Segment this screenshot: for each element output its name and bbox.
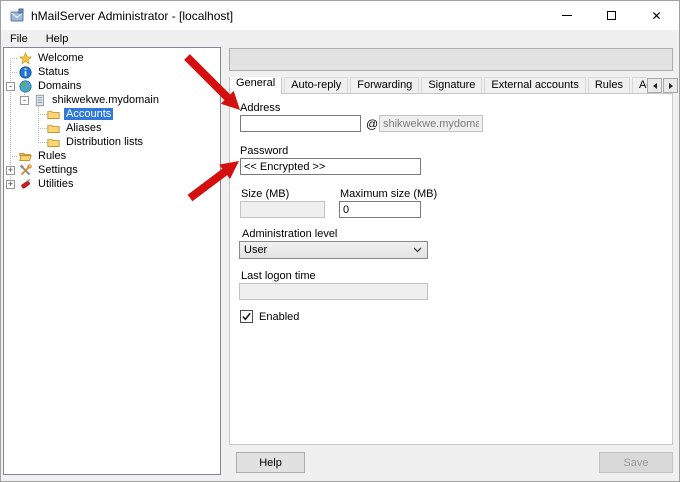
tab-auto-reply[interactable]: Auto-reply <box>284 77 349 94</box>
sidebar-item-label: Aliases <box>66 122 102 134</box>
sidebar-item-welcome[interactable]: Welcome <box>4 51 220 65</box>
chevron-left-icon <box>652 82 657 89</box>
account-tabs: General Auto-reply Forwarding Signature … <box>229 77 647 94</box>
password-input[interactable] <box>240 158 421 175</box>
minimize-icon <box>561 15 572 16</box>
sidebar-item-label: Distribution lists <box>66 136 144 148</box>
tree-expander-expand-icon[interactable]: + <box>6 179 15 189</box>
folder-icon <box>47 110 60 119</box>
size-input <box>240 201 325 218</box>
tools-icon <box>19 163 32 175</box>
sidebar-item-distribution-lists[interactable]: Distribution lists <box>4 135 220 149</box>
globe-icon <box>19 79 32 93</box>
minimize-button[interactable] <box>544 1 589 30</box>
help-button[interactable]: Help <box>236 452 305 473</box>
domain-document-icon <box>35 94 44 106</box>
window-controls: ✕ <box>544 1 679 30</box>
chevron-down-icon <box>413 247 422 253</box>
tab-scroll-right-button[interactable] <box>663 78 678 93</box>
maximize-icon <box>607 11 616 20</box>
sidebar-item-label: Utilities <box>38 178 74 190</box>
enabled-label: Enabled <box>259 310 300 323</box>
sidebar-item-domain-shikwekwe[interactable]: - shikwekwe.mydomain <box>4 93 220 107</box>
content-header-bar <box>229 48 673 71</box>
tab-active-directory[interactable]: Active Directory <box>631 77 647 94</box>
info-icon <box>19 65 32 79</box>
star-icon <box>19 51 32 65</box>
maximize-button[interactable] <box>589 1 634 30</box>
folder-icon <box>47 124 60 133</box>
sidebar-item-utilities[interactable]: + Utilities <box>4 177 220 191</box>
sidebar-item-label: Settings <box>38 164 78 176</box>
checkmark-icon <box>242 312 251 321</box>
maximum-size-input[interactable] <box>339 201 421 218</box>
menu-bar: File Help <box>1 30 679 47</box>
sidebar-item-aliases[interactable]: Aliases <box>4 121 220 135</box>
sidebar-item-label: Status <box>38 66 70 78</box>
tab-signature[interactable]: Signature <box>421 77 483 94</box>
tree-expander-expand-icon[interactable]: + <box>6 165 15 175</box>
chevron-right-icon <box>668 82 673 89</box>
administration-level-label: Administration level <box>242 228 338 240</box>
sidebar-item-label: shikwekwe.mydomain <box>52 94 159 106</box>
menu-help[interactable]: Help <box>37 30 78 47</box>
window-title: hMailServer Administrator - [localhost] <box>31 8 234 23</box>
close-icon: ✕ <box>651 8 662 23</box>
maximum-size-label: Maximum size (MB) <box>340 188 438 200</box>
app-window: hMailServer Administrator - [localhost] … <box>0 0 680 482</box>
folder-open-icon <box>19 152 32 161</box>
address-input[interactable] <box>240 115 361 132</box>
administration-level-select[interactable]: User <box>239 241 428 259</box>
last-logon-time-input <box>239 283 428 300</box>
sidebar-item-label: Accounts <box>64 108 114 120</box>
administration-level-value: User <box>244 244 268 256</box>
sidebar-item-label: Domains <box>38 80 82 92</box>
folder-icon <box>47 138 60 147</box>
save-button[interactable]: Save <box>599 452 673 473</box>
tree-expander-collapse-icon[interactable]: - <box>6 81 15 91</box>
title-bar: hMailServer Administrator - [localhost] … <box>1 1 679 30</box>
tab-general[interactable]: General <box>229 77 283 94</box>
sidebar-item-label: Rules <box>38 150 67 162</box>
address-label: Address <box>240 102 281 114</box>
enabled-checkbox-row: Enabled <box>240 310 299 323</box>
sidebar-item-label: Welcome <box>38 52 84 64</box>
tree-expander-collapse-icon[interactable]: - <box>20 95 29 105</box>
enabled-checkbox[interactable] <box>240 310 253 323</box>
size-label: Size (MB) <box>241 188 290 200</box>
navigation-tree: Welcome Status - Domains - shikwekwe.myd… <box>3 47 221 475</box>
password-label: Password <box>240 145 289 157</box>
sidebar-item-domains[interactable]: - Domains <box>4 79 220 93</box>
utility-knife-icon <box>21 178 31 188</box>
tab-external-accounts[interactable]: External accounts <box>484 77 586 94</box>
tab-scroll-left-button[interactable] <box>647 78 662 93</box>
tab-rules[interactable]: Rules <box>587 77 630 94</box>
menu-file[interactable]: File <box>1 30 37 47</box>
at-symbol: @ <box>366 117 379 131</box>
general-tab-panel: Address @ Password Size (MB) Maximum siz… <box>229 93 673 445</box>
sidebar-item-accounts[interactable]: Accounts <box>4 107 220 121</box>
app-icon <box>10 8 24 21</box>
sidebar-item-status[interactable]: Status <box>4 65 220 79</box>
last-logon-time-label: Last logon time <box>241 270 316 282</box>
domain-input <box>379 115 483 132</box>
close-button[interactable]: ✕ <box>634 1 679 30</box>
sidebar-item-rules[interactable]: Rules <box>4 149 220 163</box>
tab-forwarding[interactable]: Forwarding <box>350 77 420 94</box>
sidebar-item-settings[interactable]: + Settings <box>4 163 220 177</box>
